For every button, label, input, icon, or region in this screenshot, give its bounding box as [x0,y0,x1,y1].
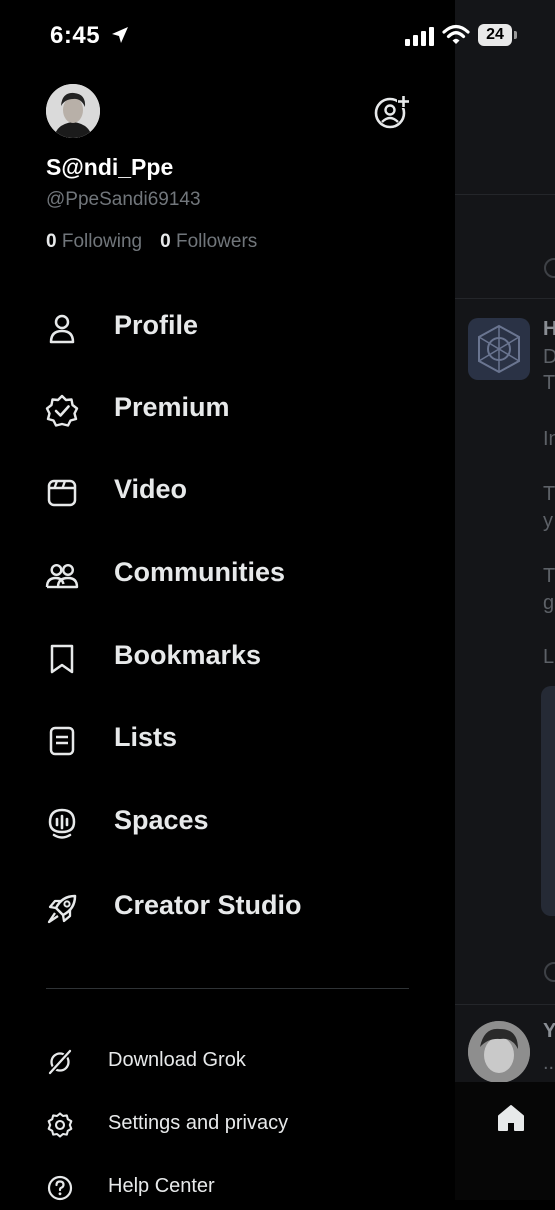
menu-item-label: Profile [114,310,199,340]
status-bar: 6:45 24 [0,0,555,72]
rocket-icon [44,891,80,927]
menu-divider [46,988,409,989]
timeline-text: L [543,646,555,668]
home-icon[interactable] [495,1102,527,1134]
video-icon [44,475,80,511]
following-label: Following [61,231,143,252]
bottom-tab-bar [455,1082,555,1200]
verified-badge-icon [44,393,80,429]
microphone-icon [44,806,80,842]
menu-item-label: Premium [114,392,230,422]
timeline-divider [455,1004,555,1005]
menu-item-video[interactable]: Video [0,460,455,520]
menu-item-download-grok[interactable]: Download Grok [0,1036,455,1084]
menu-item-premium[interactable]: Premium [0,378,455,438]
timeline-divider [455,298,555,299]
timeline-text: y [543,510,553,532]
display-name[interactable]: S@ndi_Ppe [46,154,173,181]
menu-item-lists[interactable]: Lists [0,708,455,768]
followers-count: 0 [160,231,171,252]
status-time: 6:45 [50,22,101,49]
menu-item-label: Spaces [114,805,209,835]
timeline-text: T [543,372,555,394]
bookmark-icon [44,641,80,677]
following-count: 0 [46,231,57,252]
menu-item-communities[interactable]: Communities [0,543,455,603]
cellular-signal-icon [405,26,435,46]
grok-icon [46,1048,74,1076]
following-link[interactable]: 0 Following [46,231,142,252]
timeline-text: ... [543,1052,555,1074]
timeline-text: T [543,483,555,505]
timeline-text: Y [543,1020,555,1042]
timeline-text: D [543,346,555,368]
person-icon [44,311,80,347]
menu-item-label: Creator Studio [114,890,302,920]
timeline-backdrop[interactable] [455,0,555,1200]
timeline-media [541,686,555,916]
help-icon [46,1174,74,1202]
timeline-post-avatar [468,1021,530,1083]
user-handle: @PpeSandi69143 [46,189,201,210]
menu-item-bookmarks[interactable]: Bookmarks [0,626,455,686]
battery-level: 24 [478,24,512,46]
communities-icon [44,558,80,594]
menu-item-label: Communities [114,557,286,587]
battery-icon: 24 [478,24,518,48]
follow-stats: 0 Following 0 Followers [46,231,257,253]
menu-item-settings[interactable]: Settings and privacy [0,1099,455,1147]
gear-icon [46,1111,74,1139]
wifi-icon [442,24,470,46]
menu-item-spaces[interactable]: Spaces [0,791,455,851]
menu-item-label: Bookmarks [114,640,262,670]
timeline-post-avatar [468,318,530,380]
timeline-text: T [543,565,555,587]
timeline-divider [455,194,555,195]
location-arrow-icon [110,25,130,45]
timeline-text: In [543,428,555,450]
menu-item-label: Video [114,474,188,504]
list-icon [44,723,80,759]
menu-item-label: Download Grok [108,1049,246,1071]
avatar[interactable] [46,84,100,138]
timeline-text: g [543,592,555,614]
menu-item-help-center[interactable]: Help Center [0,1162,455,1210]
add-account-icon[interactable] [372,95,410,129]
menu-item-label: Help Center [108,1175,215,1197]
menu-item-label: Settings and privacy [108,1112,289,1134]
menu-item-label: Lists [114,722,178,752]
menu-item-creator-studio[interactable]: Creator Studio [0,876,455,936]
menu-item-profile[interactable]: Profile [0,296,455,356]
followers-link[interactable]: 0 Followers [160,231,257,252]
followers-label: Followers [175,231,258,252]
timeline-text: H [543,318,555,340]
